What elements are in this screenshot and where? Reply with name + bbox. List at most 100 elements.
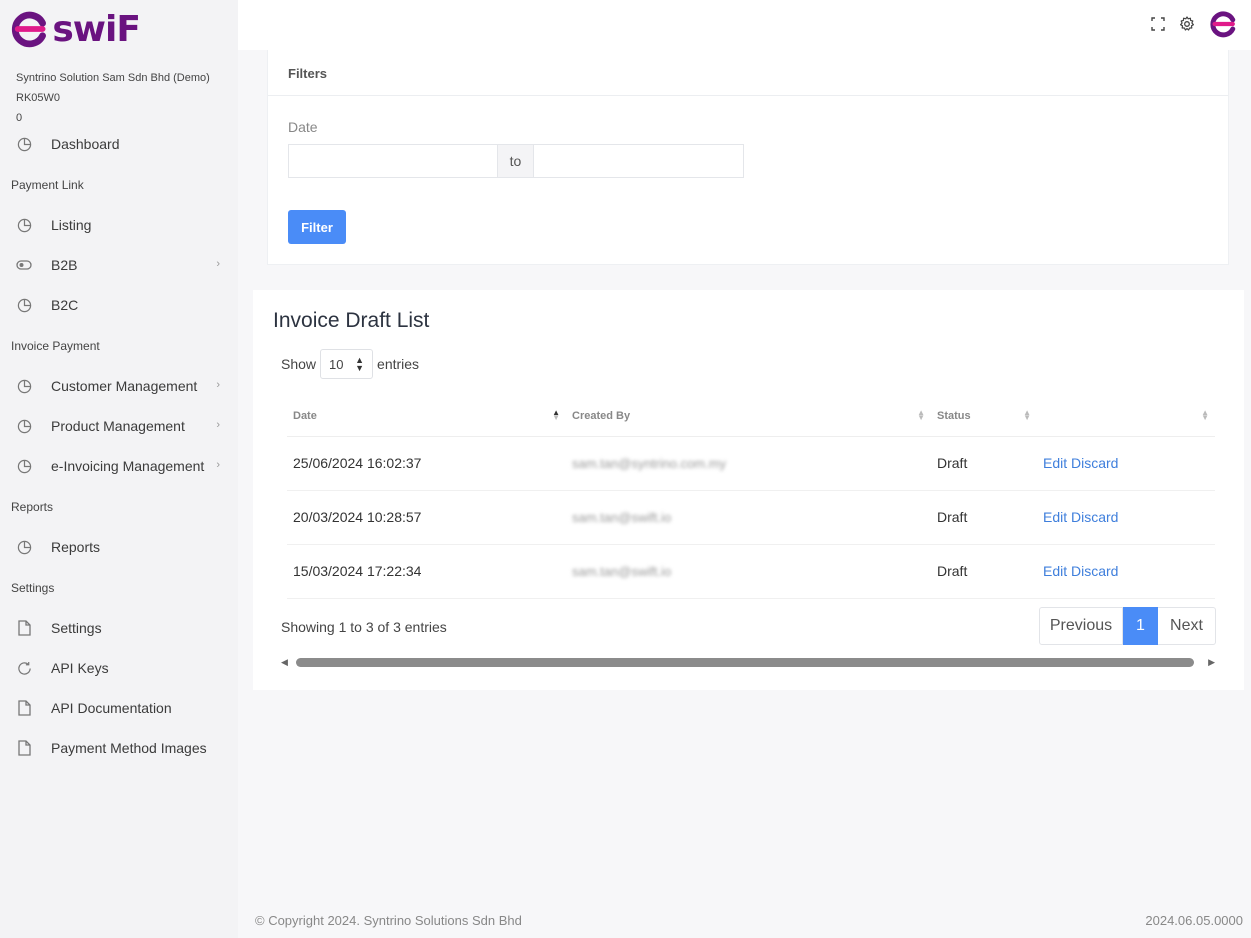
discard-link[interactable]: Discard <box>1071 563 1118 579</box>
sort-arrows-icon: ▲ ▼ <box>355 355 365 373</box>
pagination: Previous 1 Next <box>1039 607 1216 645</box>
pie-chart-icon <box>16 418 32 434</box>
table-row: 25/06/2024 16:02:37 sam.tan@syntrino.com… <box>287 436 1215 491</box>
nav-section-invoice-payment: Invoice Payment <box>11 338 100 353</box>
table-info: Showing 1 to 3 of 3 entries <box>281 619 447 635</box>
sidebar-item-label: Product Management <box>51 418 185 434</box>
cell-actions: Edit Discard <box>1037 490 1215 545</box>
date-label: Date <box>288 119 318 135</box>
table-header-row: Date ▲ ▼ Created By ▲ ▼ Status ▲ ▼ ▲ ▼ <box>287 396 1215 437</box>
column-header-date[interactable]: Date ▲ ▼ <box>287 396 566 437</box>
chevron-right-icon: › <box>216 419 220 431</box>
horizontal-scrollbar[interactable]: ◀ ▶ <box>281 655 1215 669</box>
invoice-draft-table: Date ▲ ▼ Created By ▲ ▼ Status ▲ ▼ ▲ ▼ 25/06/20… <box>287 396 1215 599</box>
sidebar-item-api-keys[interactable]: API Keys <box>0 648 238 688</box>
refresh-icon <box>16 660 32 676</box>
top-bar <box>238 0 1251 50</box>
divider <box>268 95 1228 96</box>
scrollbar-thumb[interactable] <box>296 658 1194 667</box>
sidebar: swiF Syntrino Solution Sam Sdn Bhd (Demo… <box>0 0 238 938</box>
pie-chart-icon <box>16 378 32 394</box>
sidebar-item-reports[interactable]: Reports <box>0 527 238 567</box>
cell-date: 25/06/2024 16:02:37 <box>287 436 566 491</box>
sort-icon: ▲ ▼ <box>917 408 925 422</box>
nav-section-settings: Settings <box>11 580 55 595</box>
org-info: Syntrino Solution Sam Sdn Bhd (Demo) RK0… <box>16 68 210 128</box>
filters-title: Filters <box>288 66 328 81</box>
page-title: Invoice Draft List <box>273 309 430 332</box>
sidebar-item-customer-management[interactable]: Customer Management › <box>0 366 238 406</box>
sidebar-item-label: B2C <box>51 297 79 313</box>
entries-label: entries <box>377 356 420 372</box>
sidebar-item-label: API Keys <box>51 660 109 676</box>
footer-copyright: © Copyright 2024. Syntrino Solutions Sdn… <box>255 913 522 928</box>
sidebar-item-label: Payment Method Images <box>51 740 207 756</box>
sidebar-item-b2c[interactable]: B2C <box>0 285 238 325</box>
org-name: Syntrino Solution Sam Sdn Bhd (Demo) <box>16 72 210 84</box>
sidebar-item-label: Reports <box>51 539 101 555</box>
pie-chart-icon <box>16 297 32 313</box>
edit-link[interactable]: Edit <box>1043 563 1067 579</box>
previous-button[interactable]: Previous <box>1039 607 1123 645</box>
scroll-right-icon[interactable]: ▶ <box>1208 657 1215 668</box>
nav-section-reports: Reports <box>11 499 54 514</box>
sidebar-item-label: Listing <box>51 217 92 233</box>
sidebar-item-e-invoicing-management[interactable]: e-Invoicing Management › <box>0 446 238 486</box>
footer-version: 2024.06.05.0000 <box>1145 913 1243 928</box>
pie-chart-icon <box>16 136 32 152</box>
cell-status: Draft <box>931 436 1037 491</box>
sidebar-item-label: Customer Management <box>51 378 198 394</box>
sidebar-item-product-management[interactable]: Product Management › <box>0 406 238 446</box>
table-row: 20/03/2024 10:28:57 sam.tan@swift.io Dra… <box>287 490 1215 545</box>
filters-card: Filters Date to Filter <box>267 50 1229 265</box>
pie-chart-icon <box>16 217 32 233</box>
entries-select[interactable]: 10 ▲ ▼ <box>320 349 374 379</box>
brand-logo[interactable]: swiF <box>10 7 141 51</box>
next-button[interactable]: Next <box>1158 607 1216 645</box>
date-to-label: to <box>497 144 535 178</box>
column-header-actions[interactable]: ▲ ▼ <box>1037 396 1215 437</box>
org-code: RK05W0 <box>16 92 61 104</box>
cell-created-by: sam.tan@swift.io <box>566 490 931 545</box>
date-range: to <box>288 144 744 178</box>
user-avatar[interactable] <box>1209 10 1237 38</box>
chevron-right-icon: › <box>216 459 220 471</box>
scroll-left-icon[interactable]: ◀ <box>281 657 288 668</box>
date-to-input[interactable] <box>534 144 744 178</box>
cell-actions: Edit Discard <box>1037 544 1215 599</box>
sidebar-item-settings[interactable]: Settings <box>0 608 238 648</box>
discard-link[interactable]: Discard <box>1071 509 1118 525</box>
sidebar-item-dashboard[interactable]: Dashboard <box>0 124 238 164</box>
entries-length: Show 10 ▲ ▼ entries <box>281 349 419 379</box>
date-from-input[interactable] <box>288 144 498 178</box>
sidebar-item-label: API Documentation <box>51 700 172 716</box>
edit-link[interactable]: Edit <box>1043 509 1067 525</box>
edit-link[interactable]: Edit <box>1043 455 1067 471</box>
brand-name: swiF <box>52 8 141 50</box>
entries-value: 10 <box>329 356 344 372</box>
column-header-created-by[interactable]: Created By ▲ ▼ <box>566 396 931 437</box>
cell-created-by: sam.tan@syntrino.com.my <box>566 436 931 491</box>
sidebar-item-label: B2B <box>51 257 78 273</box>
sidebar-item-api-documentation[interactable]: API Documentation <box>0 688 238 728</box>
column-header-status[interactable]: Status ▲ ▼ <box>931 396 1037 437</box>
toggle-icon <box>16 257 32 273</box>
sidebar-item-payment-method-images[interactable]: Payment Method Images <box>0 728 238 768</box>
sidebar-item-listing[interactable]: Listing <box>0 205 238 245</box>
fullscreen-icon[interactable] <box>1151 17 1165 31</box>
sort-icon: ▲ ▼ <box>1023 408 1031 422</box>
sidebar-item-label: Settings <box>51 620 102 636</box>
pie-chart-icon <box>16 539 32 555</box>
filter-button[interactable]: Filter <box>288 210 346 244</box>
gear-icon[interactable] <box>1179 16 1195 32</box>
sort-asc-icon: ▲ ▼ <box>552 408 560 422</box>
top-bar-actions <box>1151 10 1237 38</box>
file-icon <box>16 700 32 716</box>
cell-status: Draft <box>931 544 1037 599</box>
page-button-current[interactable]: 1 <box>1123 607 1158 645</box>
invoice-draft-card: Invoice Draft List Show 10 ▲ ▼ entries Da… <box>253 290 1244 690</box>
sidebar-item-b2b[interactable]: B2B › <box>0 245 238 285</box>
swif-logo-icon <box>11 11 46 48</box>
sort-icon: ▲ ▼ <box>1201 408 1209 422</box>
discard-link[interactable]: Discard <box>1071 455 1118 471</box>
